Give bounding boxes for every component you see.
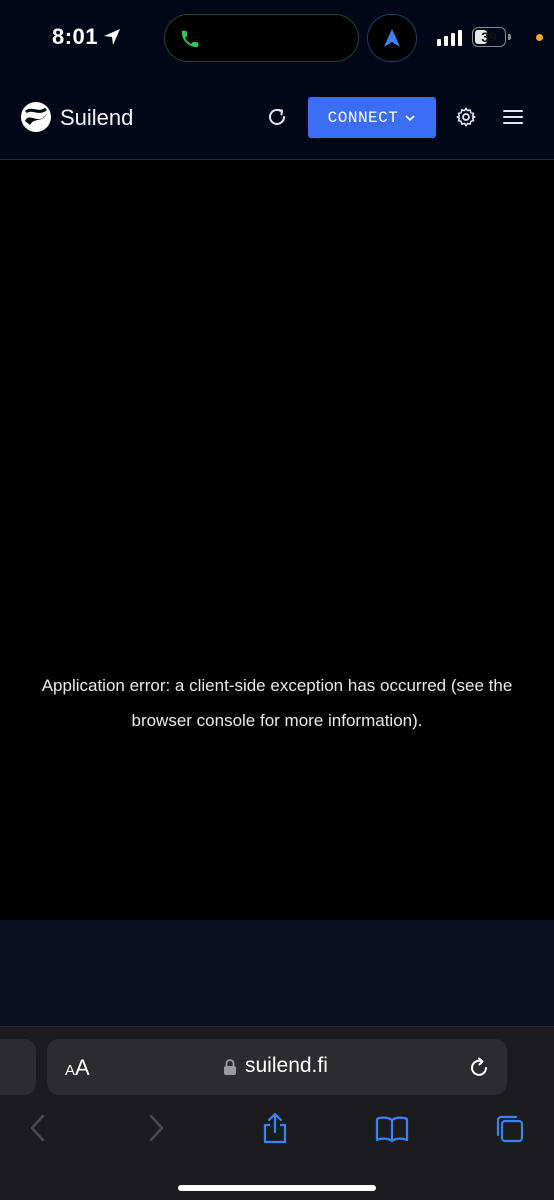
address-bar[interactable]: AA suilend.fi (47, 1039, 507, 1095)
reload-icon[interactable] (467, 1055, 491, 1079)
navigation-icon (384, 29, 400, 47)
suilend-logo[interactable] (20, 101, 52, 133)
browser-toolbar: AA suilend.fi (0, 1026, 554, 1200)
menu-icon[interactable] (502, 107, 524, 127)
chevron-down-icon (405, 114, 415, 121)
connect-label: CONNECT (327, 108, 399, 127)
dynamic-island[interactable] (164, 14, 359, 62)
lock-icon (224, 1059, 236, 1075)
battery-cap (508, 34, 511, 40)
privacy-indicator (536, 34, 543, 41)
clock: 8:01 (52, 24, 99, 49)
home-indicator[interactable] (178, 1185, 376, 1191)
connect-button[interactable]: CONNECT (308, 97, 436, 138)
share-icon[interactable] (260, 1111, 290, 1145)
signal-icon (437, 30, 462, 46)
navigation-indicator[interactable] (367, 14, 417, 62)
text-size-small: A (65, 1062, 76, 1079)
refresh-icon[interactable] (265, 105, 289, 129)
back-icon[interactable] (28, 1113, 48, 1143)
app-header: Suilend CONNECT (0, 80, 554, 160)
status-time: 8:01 (52, 24, 122, 50)
text-size-large: A (75, 1055, 90, 1080)
phone-icon (181, 30, 199, 48)
gear-icon[interactable] (455, 106, 477, 128)
forward-icon[interactable] (146, 1113, 166, 1143)
bookmarks-icon[interactable] (374, 1115, 410, 1143)
previous-tab-preview[interactable] (0, 1039, 36, 1095)
battery-percent: 39 (481, 29, 497, 45)
text-size-button[interactable]: AA (65, 1055, 90, 1081)
location-arrow-icon (104, 29, 121, 45)
application-error-message: Application error: a client-side excepti… (41, 676, 513, 730)
tabs-icon[interactable] (494, 1113, 526, 1145)
brand-name[interactable]: Suilend (60, 105, 133, 131)
url-text[interactable]: suilend.fi (245, 1054, 328, 1078)
battery-icon: 39 (472, 27, 506, 47)
